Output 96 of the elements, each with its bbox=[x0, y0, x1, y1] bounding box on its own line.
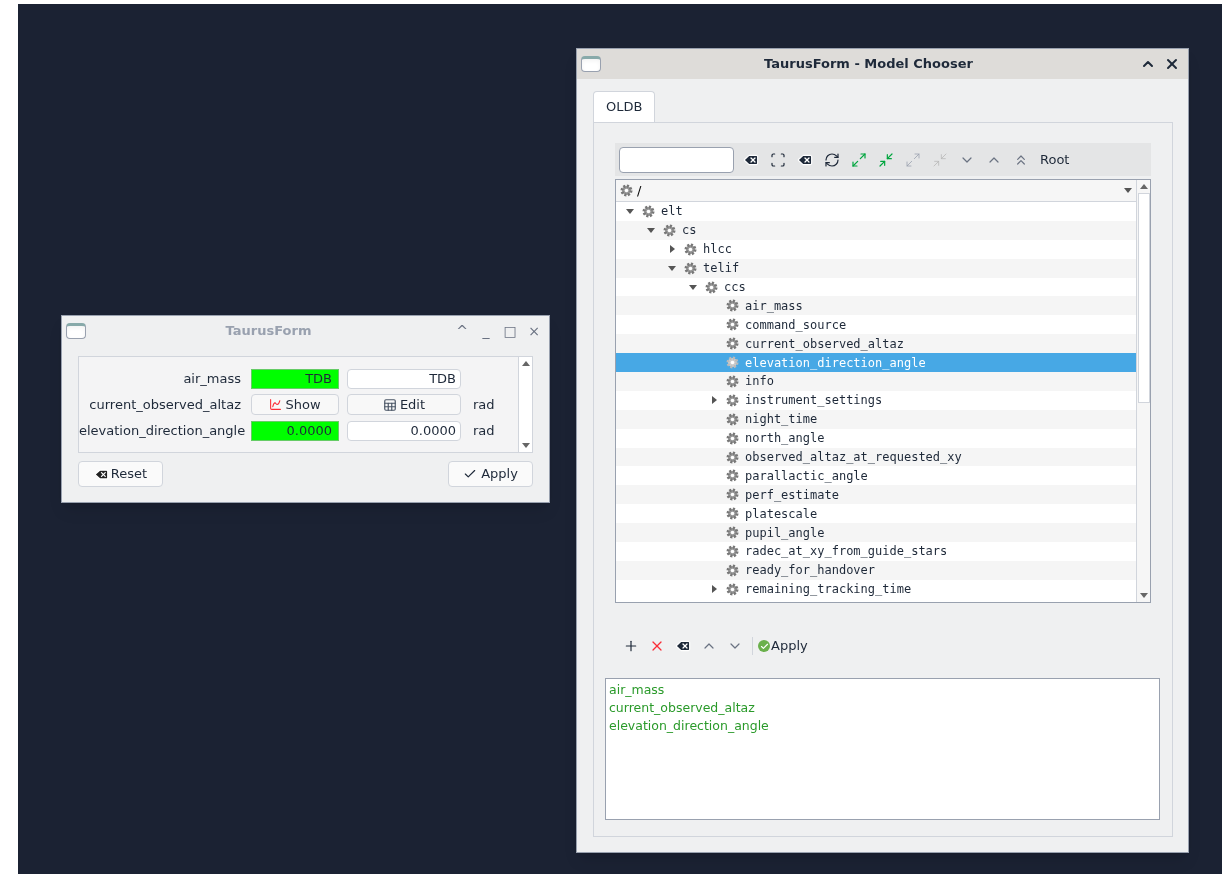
tab[interactable]: OLDB bbox=[593, 91, 656, 122]
gear-icon bbox=[726, 356, 739, 370]
node-label: radec_at_xy_from_guide_stars bbox=[745, 543, 948, 561]
gear-icon bbox=[726, 337, 739, 351]
apply-button[interactable]: Apply bbox=[448, 461, 533, 487]
node-label: parallactic_angle bbox=[745, 467, 868, 485]
edit-button[interactable]: Edit bbox=[347, 394, 461, 415]
gear-icon bbox=[726, 318, 739, 332]
dropdown-icon bbox=[1124, 188, 1132, 193]
window-icon bbox=[581, 56, 601, 72]
node-label: remaining_tracking_time bbox=[745, 581, 912, 599]
unit-label: rad bbox=[473, 395, 495, 414]
expanded-arrow-icon[interactable] bbox=[668, 265, 676, 271]
field-label: elevation_direction_angle bbox=[79, 421, 247, 440]
gear-icon bbox=[726, 393, 739, 407]
field-label: air_mass bbox=[182, 369, 242, 388]
node-label: cs bbox=[682, 222, 697, 240]
collapsed-arrow-icon[interactable] bbox=[711, 585, 717, 594]
model-entry[interactable]: current_observed_altaz bbox=[609, 699, 1156, 717]
node-label: observed_altaz_at_requested_xy bbox=[745, 449, 962, 466]
table-icon bbox=[382, 397, 397, 412]
window-control[interactable]: × bbox=[523, 320, 545, 342]
model-entry[interactable]: air_mass bbox=[609, 681, 1156, 699]
gear-icon bbox=[726, 412, 739, 426]
gear-icon bbox=[684, 261, 697, 275]
tree-item[interactable]: current_observed_altaz bbox=[616, 334, 1136, 354]
model-entry[interactable]: elevation_direction_angle bbox=[609, 717, 1156, 735]
node-label: perf_estimate bbox=[745, 486, 839, 504]
gear-icon bbox=[726, 544, 739, 558]
gear-icon bbox=[726, 431, 739, 445]
gear-icon bbox=[726, 488, 739, 502]
gear-icon bbox=[620, 184, 633, 197]
root-button[interactable]: Root bbox=[1040, 149, 1070, 170]
gear-icon bbox=[684, 242, 697, 256]
expanded-arrow-icon[interactable] bbox=[626, 208, 634, 214]
gear-icon bbox=[642, 204, 655, 218]
node-label: info bbox=[745, 373, 774, 391]
path-combo[interactable]: / bbox=[616, 180, 1136, 202]
tree-item[interactable]: pupil_angle bbox=[616, 523, 1136, 543]
apply-button[interactable]: Apply bbox=[758, 636, 808, 656]
window-control[interactable]: _ bbox=[475, 320, 497, 342]
node-label: instrument_settings bbox=[745, 392, 883, 410]
expanded-arrow-icon[interactable] bbox=[689, 284, 697, 290]
field-label: current_observed_altaz bbox=[88, 395, 242, 414]
node-label: night_time bbox=[745, 411, 818, 429]
window-control[interactable]: □ bbox=[499, 320, 521, 342]
scroll-down-icon[interactable] bbox=[1139, 593, 1148, 598]
node-label: hlcc bbox=[703, 241, 732, 259]
scroll-up-icon[interactable] bbox=[1139, 184, 1148, 189]
scroll-down-icon[interactable] bbox=[521, 443, 530, 448]
node-label: current_observed_altaz bbox=[745, 335, 904, 353]
tree-item[interactable]: air_mass bbox=[616, 296, 1136, 316]
tree-item[interactable]: info bbox=[616, 372, 1136, 391]
window-icon bbox=[66, 323, 86, 339]
gear-icon bbox=[726, 299, 739, 313]
gear-icon bbox=[726, 374, 739, 388]
gear-icon bbox=[726, 450, 739, 464]
node-label: command_source bbox=[745, 316, 847, 334]
window-title: TaurusForm - Model Chooser bbox=[763, 55, 974, 74]
node-label: ready_for_handover bbox=[745, 562, 876, 580]
node-label: platescale bbox=[745, 505, 818, 523]
scroll-up-icon[interactable] bbox=[521, 361, 530, 366]
scrollbar[interactable] bbox=[518, 357, 532, 452]
input-field[interactable]: TDB bbox=[347, 368, 461, 389]
input-field[interactable]: 0.0000 bbox=[347, 420, 461, 441]
node-label: ccs bbox=[724, 279, 746, 296]
node-label: telif bbox=[703, 260, 740, 278]
gear-icon bbox=[663, 223, 676, 237]
scrollbar[interactable] bbox=[1136, 180, 1150, 602]
gear-icon bbox=[726, 582, 739, 596]
close-icon[interactable] bbox=[1164, 56, 1180, 72]
node-label: pupil_angle bbox=[745, 524, 825, 542]
show-button[interactable]: Show bbox=[251, 394, 339, 415]
reset-button[interactable]: Reset bbox=[78, 461, 163, 487]
node-label: elt bbox=[661, 203, 683, 221]
window-title: TaurusForm bbox=[224, 322, 313, 341]
expanded-arrow-icon[interactable] bbox=[647, 227, 655, 233]
collapsed-arrow-icon[interactable] bbox=[669, 245, 675, 254]
node-label: north_angle bbox=[745, 430, 825, 448]
scrollbar-thumb[interactable] bbox=[1137, 193, 1150, 403]
search-field[interactable] bbox=[619, 146, 734, 173]
collapsed-arrow-icon[interactable] bbox=[711, 396, 717, 405]
read-value: 0.0000 bbox=[251, 420, 339, 441]
gear-icon bbox=[726, 526, 739, 540]
gear-icon bbox=[705, 280, 718, 294]
read-value: TDB bbox=[251, 368, 339, 389]
unit-label: rad bbox=[473, 421, 495, 440]
gear-icon bbox=[726, 507, 739, 521]
gear-icon bbox=[726, 563, 739, 577]
chart-icon bbox=[269, 398, 283, 411]
node-label: air_mass bbox=[745, 297, 803, 315]
check-icon bbox=[463, 467, 478, 481]
tree-item[interactable]: perf_estimate bbox=[616, 485, 1136, 505]
gear-icon bbox=[726, 469, 739, 483]
node-label: elevation_direction_angle bbox=[745, 354, 926, 372]
window-control[interactable]: ^ bbox=[451, 320, 473, 342]
